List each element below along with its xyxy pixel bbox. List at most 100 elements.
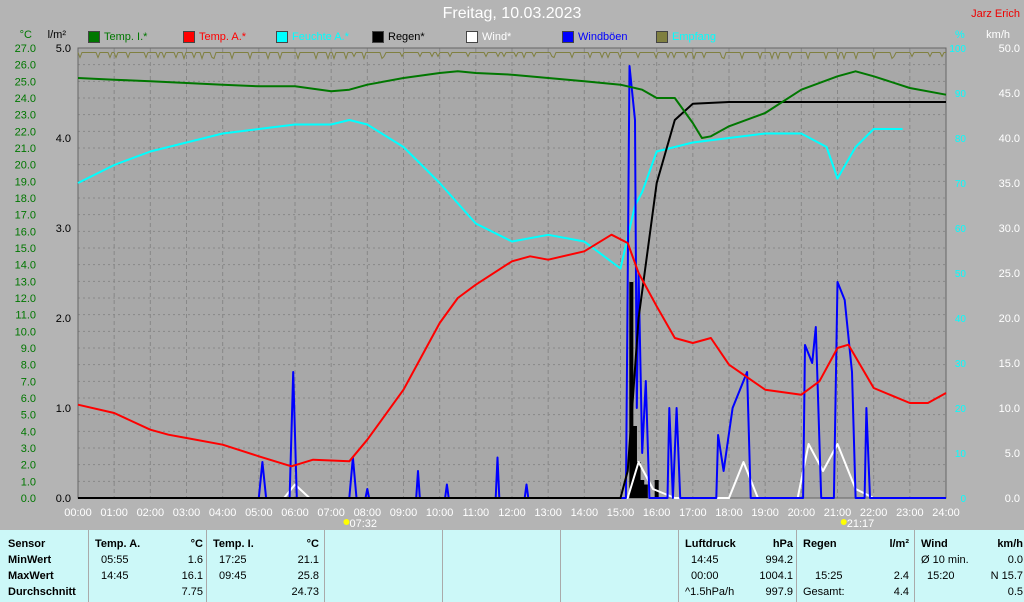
temp-axis-label: 10.0 [15,326,36,338]
legend-label: Empfang [672,31,717,43]
temp-i-min-time: 17:25 [219,554,247,566]
legend-swatch [183,31,195,43]
x-tick-label: 18:00 [715,507,743,519]
empty-column [560,530,679,602]
wind-avg10-label: Ø 10 min. [921,554,969,566]
rain-total: 4.4 [893,586,909,598]
temp-axis-label: 15.0 [15,243,36,255]
legend-item: Feuchte A.* [276,31,349,43]
humidity-axis-label: 40 [955,314,967,325]
x-tick-label: 06:00 [281,507,309,519]
rain-total-label: Gesamt: [803,586,845,598]
wind-axis-label: 50.0 [999,43,1020,55]
legend-swatch [372,31,384,43]
x-tick-label: 20:00 [788,507,816,519]
wind-avg10: 0.0 [1007,554,1023,566]
pressure-trend: ^1.5hPa/h [685,586,735,598]
rain-axis-label: 2.0 [56,313,71,325]
wind-max-time: 15:20 [927,570,955,582]
rain-axis-label: 5.0 [56,43,71,55]
x-tick-label: 14:00 [571,507,599,519]
legend-label: Wind* [482,31,512,43]
rain-rate-bar [632,426,637,498]
weather-chart: 00:00 01:00 02:00 03:00 04:00 05:00 06:00 07:00… [15,29,1020,530]
humidity-axis-label: 20 [955,404,967,415]
temp-a-min: 1.6 [187,554,203,566]
legend-item: Temp. I.* [88,31,147,43]
wind-axis-label: 20.0 [999,313,1020,325]
temp-axis-label: 25.0 [15,76,36,88]
temp-axis-label: 22.0 [15,126,36,138]
temp-i-max: 25.8 [297,570,319,582]
legend-swatch [466,31,478,43]
x-tick-label: 02:00 [137,507,165,519]
temp-axis-label: 12.0 [15,293,36,305]
legend-swatch [88,31,100,43]
wind-axis-label: 25.0 [999,268,1020,280]
temp-axis-label: 18.0 [15,193,36,205]
temp-i-avg: 24.73 [291,586,319,598]
temp-axis-label: 4.0 [21,426,36,438]
wind-axis-label: 45.0 [999,88,1020,100]
temp-axis-label: 8.0 [21,360,36,372]
humidity-axis-label: 60 [955,224,967,235]
temp-axis-label: 13.0 [15,276,36,288]
x-tick-label: 09:00 [390,507,418,519]
humidity-axis-unit: % [955,29,965,41]
temp-axis-label: 5.0 [21,410,36,422]
legend-item: Regen* [372,31,425,43]
pressure-max: 1004.1 [759,570,793,582]
rain-axis-label: 1.0 [56,403,71,415]
x-tick-label: 19:00 [751,507,779,519]
temp-i-header: Temp. I. [213,538,254,550]
temp-axis-label: 9.0 [21,343,36,355]
wind-max: N 15.7 [990,570,1023,582]
x-tick-label: 13:00 [534,507,562,519]
temp-a-min-time: 05:55 [101,554,129,566]
x-tick-label: 05:00 [245,507,273,519]
x-tick-label: 11:00 [462,507,489,519]
temp-axis-label: 16.0 [15,226,36,238]
x-tick-label: 15:00 [607,507,635,519]
wind-axis-label: 10.0 [999,403,1020,415]
temp-axis-label: 26.0 [15,60,36,72]
temp-a-unit: °C [190,538,203,550]
x-tick-label: 03:00 [173,507,201,519]
sensor-header: Sensor [8,538,46,550]
x-tick-label: 07:00 [317,507,345,519]
wind-axis-label: 40.0 [999,133,1020,145]
wind-avg: 0.5 [1007,586,1023,598]
temp-axis-label: 1.0 [21,476,36,488]
rain-axis-label: 4.0 [56,133,71,145]
wind-axis-unit: km/h [986,29,1010,41]
x-tick-label: 17:00 [679,507,707,519]
pressure-min: 994.2 [765,554,793,566]
x-tick-label: 01:00 [100,507,128,519]
wind-axis-label: 15.0 [999,358,1020,370]
legend-item: Wind* [466,31,511,43]
temp-axis-label: 14.0 [15,260,36,272]
rain-max: 2.4 [893,570,909,582]
temp-axis-label: 2.0 [21,460,36,472]
rain-rate-bar [643,484,648,498]
humidity-axis-label: 80 [955,134,967,145]
legend-label: Regen* [388,31,425,43]
pressure-avg: 997.9 [765,586,793,598]
humidity-axis-label: 70 [955,179,967,190]
temp-a-header: Temp. A. [95,538,141,550]
wind-axis-label: 5.0 [1005,448,1020,460]
rain-axis-label: 0.0 [56,493,71,505]
x-tick-label: 24:00 [932,507,960,519]
stats-table: Sensor MinWert MaxWert Durchschnitt Temp… [0,530,1024,602]
wind-axis-label: 35.0 [999,178,1020,190]
temp-axis-label: 24.0 [15,93,36,105]
x-tick-label: 12:00 [498,507,526,519]
temp-axis-label: 3.0 [21,443,36,455]
legend-label: Windböen [578,31,628,43]
rain-max-time: 15:25 [815,570,843,582]
wind-header: Wind [921,538,948,550]
wind-axis-label: 30.0 [999,223,1020,235]
legend-swatch [562,31,574,43]
rain-header: Regen [803,538,837,550]
temp-axis-label: 19.0 [15,176,36,188]
